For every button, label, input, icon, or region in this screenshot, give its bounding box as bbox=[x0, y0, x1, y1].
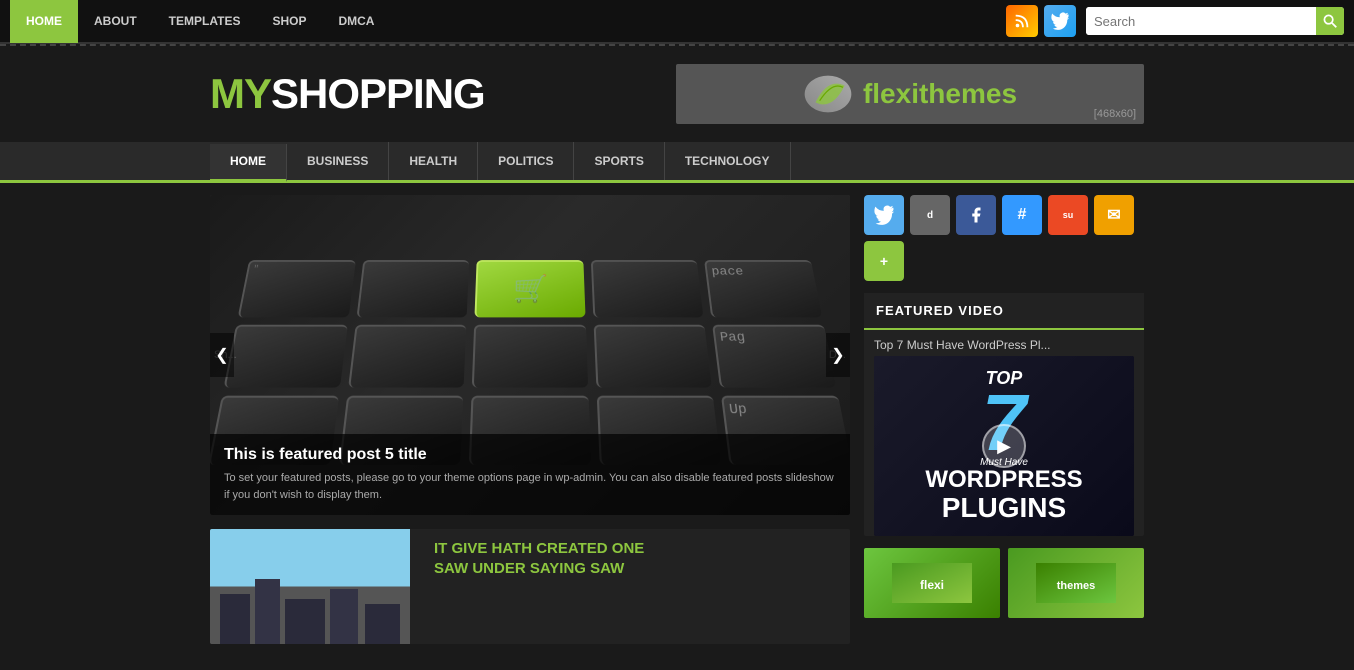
thumb-flexi-2: themes bbox=[1008, 548, 1144, 618]
building-2 bbox=[255, 579, 280, 644]
banner-ad-size: [468x60] bbox=[1094, 108, 1136, 120]
nav-about[interactable]: ABOUT bbox=[78, 0, 153, 43]
sidebar: d # su ✉ + FEATURED VIDEO Top 7 Must Hav… bbox=[864, 195, 1144, 658]
video-thumbnail[interactable]: TOP 7 Must Have WORDPRESS PLUGINS ▶ bbox=[874, 356, 1134, 536]
search-input[interactable] bbox=[1086, 7, 1316, 35]
nav-home[interactable]: HOME bbox=[10, 0, 78, 43]
nav2-health[interactable]: HEALTH bbox=[389, 142, 478, 180]
video-plugins-text: PLUGINS bbox=[925, 492, 1082, 524]
featured-slideshow: " 🛒 pace Pag Up bbox=[210, 195, 850, 515]
featured-video-section: FEATURED VIDEO Top 7 Must Have WordPress… bbox=[864, 293, 1144, 536]
sidebar-thumbnails: flexi themes bbox=[864, 548, 1144, 618]
site-logo[interactable]: MYSHOPPING bbox=[210, 70, 485, 118]
slide-image: " 🛒 pace Pag Up bbox=[210, 195, 850, 515]
logo-shopping: SHOPPING bbox=[271, 70, 485, 117]
post-title[interactable]: IT GIVE HATH CREATED ONE SAW UNDER SAYIN… bbox=[434, 539, 840, 578]
twitter-icon[interactable] bbox=[1044, 5, 1076, 37]
nav2-technology[interactable]: TECHNOLOGY bbox=[665, 142, 791, 180]
video-wordpress-text: WORDPRESS bbox=[925, 468, 1082, 492]
post-thumbnail bbox=[210, 529, 410, 644]
site-header: MYSHOPPING flexithemes [468x60] bbox=[0, 46, 1354, 142]
social-twitter-icon[interactable] bbox=[864, 195, 904, 235]
social-facebook-icon[interactable] bbox=[956, 195, 996, 235]
nav2-sports[interactable]: SPORTS bbox=[574, 142, 664, 180]
key-1: " bbox=[238, 260, 356, 317]
key-5: pace bbox=[704, 260, 822, 317]
social-delicious-icon[interactable]: # bbox=[1002, 195, 1042, 235]
social-plus-icon[interactable]: + bbox=[864, 241, 904, 281]
slide-description: To set your featured posts, please go to… bbox=[224, 470, 836, 503]
social-digg-icon[interactable]: d bbox=[910, 195, 950, 235]
key-6 bbox=[224, 324, 348, 387]
banner-ad[interactable]: flexithemes [468x60] bbox=[676, 64, 1144, 124]
content-area: " 🛒 pace Pag Up bbox=[210, 195, 850, 658]
post-card: IT GIVE HATH CREATED ONE SAW UNDER SAYIN… bbox=[210, 529, 850, 644]
nav-shop[interactable]: SHOP bbox=[256, 0, 322, 43]
nav-links: HOME ABOUT TEMPLATES SHOP DMCA bbox=[10, 0, 1006, 43]
rss-icon[interactable] bbox=[1006, 5, 1038, 37]
building-image bbox=[210, 529, 410, 644]
building-3 bbox=[285, 599, 325, 644]
key-2 bbox=[356, 260, 469, 317]
slide-next-arrow[interactable]: ❯ bbox=[826, 333, 850, 377]
search-bar[interactable] bbox=[1086, 7, 1344, 35]
building-5 bbox=[365, 604, 400, 644]
top-icons bbox=[1006, 5, 1076, 37]
nav2-politics[interactable]: POLITICS bbox=[478, 142, 574, 180]
key-green-cart: 🛒 bbox=[475, 260, 586, 317]
social-stumbleupon-icon[interactable]: su bbox=[1048, 195, 1088, 235]
building-4 bbox=[330, 589, 358, 644]
nav-dmca[interactable]: DMCA bbox=[322, 0, 390, 43]
second-navigation: HOME BUSINESS HEALTH POLITICS SPORTS TEC… bbox=[0, 142, 1354, 183]
building-1 bbox=[220, 594, 250, 644]
post-title-line2: SAW UNDER SAYING SAW bbox=[434, 560, 624, 577]
post-info: IT GIVE HATH CREATED ONE SAW UNDER SAYIN… bbox=[424, 529, 850, 644]
banner-ad-text: flexithemes bbox=[863, 78, 1017, 110]
flexithemes-leaf-icon bbox=[803, 69, 853, 119]
play-button[interactable]: ▶ bbox=[982, 424, 1026, 468]
top-navigation: HOME ABOUT TEMPLATES SHOP DMCA bbox=[0, 0, 1354, 44]
featured-video-label: FEATURED VIDEO bbox=[864, 293, 1144, 330]
key-4 bbox=[591, 260, 704, 317]
svg-text:themes: themes bbox=[1057, 580, 1096, 592]
social-mail-icon[interactable]: ✉ bbox=[1094, 195, 1134, 235]
search-button[interactable] bbox=[1316, 7, 1344, 35]
main-content: " 🛒 pace Pag Up bbox=[0, 183, 1354, 670]
social-icons-bar: d # su ✉ + bbox=[864, 195, 1144, 281]
svg-text:flexi: flexi bbox=[920, 578, 944, 592]
slide-prev-arrow[interactable]: ❮ bbox=[210, 333, 234, 377]
video-title: Top 7 Must Have WordPress Pl... bbox=[864, 330, 1144, 356]
slide-overlay: This is featured post 5 title To set you… bbox=[210, 434, 850, 515]
nav2-home[interactable]: HOME bbox=[210, 144, 287, 182]
nav-templates[interactable]: TEMPLATES bbox=[153, 0, 257, 43]
logo-my: MY bbox=[210, 70, 271, 117]
key-7 bbox=[348, 324, 467, 387]
nav2-business[interactable]: BUSINESS bbox=[287, 142, 389, 180]
key-9 bbox=[593, 324, 712, 387]
key-8 bbox=[472, 324, 588, 387]
thumb-flexi-1: flexi bbox=[864, 548, 1000, 618]
key-10: Pag bbox=[713, 324, 837, 387]
slide-title: This is featured post 5 title bbox=[224, 446, 836, 464]
sidebar-thumb-1[interactable]: flexi bbox=[864, 548, 1000, 618]
sidebar-thumb-2[interactable]: themes bbox=[1008, 548, 1144, 618]
post-title-line1: IT GIVE HATH CREATED ONE bbox=[434, 540, 644, 557]
